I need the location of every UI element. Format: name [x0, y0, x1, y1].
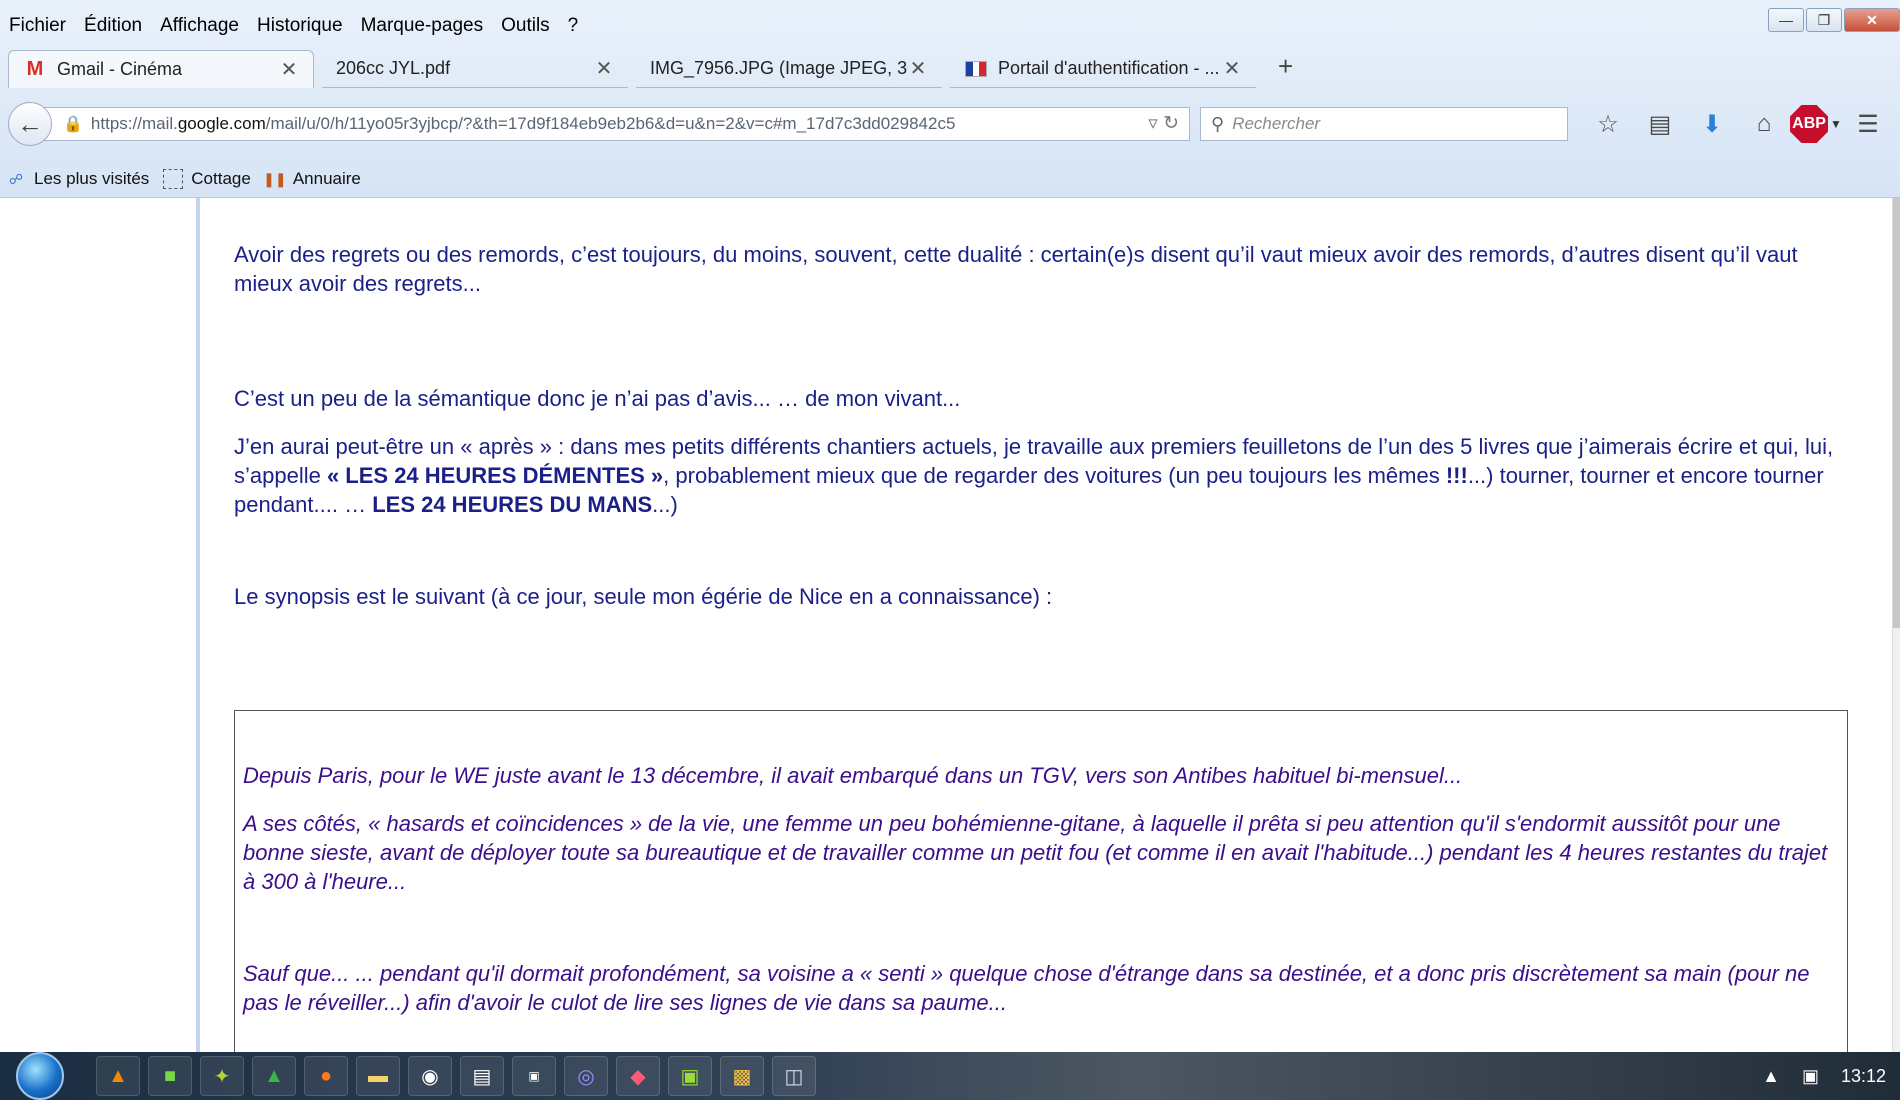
quote-rail: [196, 198, 200, 1052]
search-icon: ⚲: [1211, 113, 1225, 134]
back-button[interactable]: ←: [8, 102, 52, 146]
tab-pdf[interactable]: 206cc JYL.pdf ✕: [322, 50, 628, 88]
bookmark-label: Annuaire: [292, 169, 361, 188]
book-title: « LES 24 HEURES DÉMENTES »: [326, 463, 664, 488]
bookmark-label: Cottage: [191, 169, 251, 188]
close-icon[interactable]: ✕: [279, 57, 299, 82]
system-tray: ▲ ▣ 13:12: [1740, 1052, 1886, 1100]
twp-app-icon[interactable]: ▣: [512, 1056, 556, 1096]
window-controls: — ❐ ✕: [1766, 8, 1900, 32]
tab-portail[interactable]: Portail d'authentification - ... ✕: [950, 50, 1256, 88]
menu-bar: Fichier Édition Affichage Historique Mar…: [0, 10, 587, 42]
menu-help[interactable]: ?: [559, 10, 588, 42]
menu-marque-pages[interactable]: Marque-pages: [352, 10, 493, 42]
gimp-icon[interactable]: ✦: [200, 1056, 244, 1096]
start-button[interactable]: [16, 1052, 64, 1100]
shield-app-icon[interactable]: ◆: [616, 1056, 660, 1096]
blue-circle-app-icon[interactable]: ◎: [564, 1056, 608, 1096]
bookmark-les-plus-visites[interactable]: ☍ Les plus visités: [6, 169, 149, 189]
menu-fichier[interactable]: Fichier: [0, 10, 75, 42]
paragraph-semantique: C’est un peu de la sémantique donc je n’…: [234, 386, 961, 411]
paragraph-synopsis-intro: Le synopsis est le suivant (à ce jour, s…: [234, 584, 1053, 609]
tab-strip: M Gmail - Cinéma ✕ 206cc JYL.pdf ✕ IMG_7…: [0, 48, 1900, 88]
alien-app-icon[interactable]: ◉: [408, 1056, 452, 1096]
tray-expand-icon[interactable]: ▲: [1762, 1066, 1780, 1087]
hamburger-menu-icon[interactable]: ☰: [1842, 106, 1894, 142]
reload-icon[interactable]: ▿ ↻: [1148, 112, 1179, 135]
search-placeholder: Rechercher: [1232, 114, 1321, 133]
green-monitor-icon[interactable]: ▣: [668, 1056, 712, 1096]
browser-chrome: Fichier Édition Affichage Historique Mar…: [0, 0, 1900, 198]
bookmark-star-icon[interactable]: ☆: [1582, 106, 1634, 142]
close-icon[interactable]: ✕: [594, 56, 614, 81]
bookmark-annuaire[interactable]: ❚❚ Annuaire: [263, 169, 361, 189]
synopsis-paragraph-1: Depuis Paris, pour le WE juste avant le …: [243, 763, 1463, 788]
email-body: Avoir des regrets ou des remords, c’est …: [234, 198, 1848, 1052]
download-icon[interactable]: ⬇: [1686, 106, 1738, 142]
search-input[interactable]: ⚲ Rechercher: [1200, 107, 1568, 141]
bookmark-label: Les plus visités: [34, 169, 150, 188]
firefox-icon[interactable]: ●: [304, 1056, 348, 1096]
bookmark-cottage[interactable]: Cottage: [163, 169, 251, 189]
adblock-button[interactable]: ABP ▼: [1790, 105, 1842, 143]
tab-title: 206cc JYL.pdf: [336, 58, 451, 78]
maximize-button[interactable]: ❐: [1806, 8, 1842, 32]
tab-image[interactable]: IMG_7956.JPG (Image JPEG, 30... ✕: [636, 50, 942, 88]
scrollbar-thumb[interactable]: [1893, 198, 1900, 628]
french-flag-icon: [964, 59, 988, 79]
text-run: ...): [652, 492, 678, 517]
chevron-down-icon: ▼: [1830, 117, 1842, 131]
url-prefix: https://mail.: [90, 114, 178, 133]
tab-title: IMG_7956.JPG (Image JPEG, 30...: [650, 58, 908, 78]
new-tab-button[interactable]: +: [1264, 51, 1293, 88]
url-bar[interactable]: 🔒 https://mail. google.com/mail/u/0/h/11y…: [44, 107, 1190, 141]
windows-taskbar: ▲ ■ ✦ ▲ ● ▬ ◉ ▤ ▣ ◎ ◆ ▣ ▩ ◫ ▲ ▣ 13:12: [0, 1052, 1900, 1100]
paragraph-24-heures: J’en aurai peut-être un « après » : dans…: [234, 432, 1844, 519]
text-run: , probablement mieux que de regarder des…: [663, 463, 1446, 488]
minimize-button[interactable]: —: [1768, 8, 1804, 32]
paint-icon[interactable]: ■: [148, 1056, 192, 1096]
close-icon[interactable]: ✕: [908, 56, 928, 81]
synopsis-paragraph-3: Sauf que... ... pendant qu'il dormait pr…: [243, 961, 1810, 1015]
abp-icon: ABP: [1790, 105, 1829, 143]
close-icon[interactable]: ✕: [1222, 56, 1242, 81]
menu-historique[interactable]: Historique: [248, 10, 352, 42]
green-app-icon[interactable]: ▲: [252, 1056, 296, 1096]
gmail-icon: M: [26, 58, 44, 80]
race-title: LES 24 HEURES DU MANS: [372, 492, 653, 517]
documents-app-icon[interactable]: ◫: [772, 1056, 816, 1096]
vlc-icon[interactable]: ▲: [96, 1056, 140, 1096]
url-host: google.com: [177, 114, 266, 133]
url-path: /mail/u/0/h/11yo05r3yjbcp/?&th=17d9f184e…: [265, 114, 956, 133]
tab-gmail[interactable]: M Gmail - Cinéma ✕: [8, 50, 314, 88]
back-arrow-icon: ←: [17, 108, 43, 139]
tab-title: Portail d'authentification - ...: [998, 58, 1220, 78]
writer-icon[interactable]: ▤: [460, 1056, 504, 1096]
vertical-scrollbar[interactable]: [1892, 198, 1900, 1052]
menu-outils[interactable]: Outils: [492, 10, 559, 42]
toolbar-icons: ☆ ▤ ⬇ ⌂ ABP ▼ ☰: [1582, 105, 1894, 143]
text-run: !!!: [1445, 463, 1468, 488]
reading-list-icon[interactable]: ▤: [1634, 106, 1686, 142]
synopsis-paragraph-2: A ses côtés, « hasards et coïncidences »…: [243, 811, 1828, 894]
network-icon[interactable]: ▣: [1802, 1066, 1819, 1087]
explorer-icon[interactable]: ▬: [356, 1056, 400, 1096]
directory-icon: ❚❚: [263, 170, 287, 187]
tab-title: Gmail - Cinéma: [57, 59, 183, 79]
bookmarks-toolbar: ☍ Les plus visités Cottage ❚❚ Annuaire: [0, 166, 375, 192]
folder-icon: [163, 169, 184, 189]
navigation-bar: 🔒 https://mail. google.com/mail/u/0/h/11y…: [0, 102, 1900, 146]
lock-icon: 🔒: [63, 116, 83, 133]
close-window-button[interactable]: ✕: [1844, 8, 1900, 32]
window-app-icon[interactable]: ▩: [720, 1056, 764, 1096]
clock[interactable]: 13:12: [1841, 1066, 1886, 1087]
menu-affichage[interactable]: Affichage: [151, 10, 248, 42]
paragraph-regrets: Avoir des regrets ou des remords, c’est …: [234, 242, 1798, 296]
most-visited-icon: ☍: [8, 170, 24, 187]
home-icon[interactable]: ⌂: [1738, 106, 1790, 142]
menu-edition[interactable]: Édition: [75, 10, 151, 42]
synopsis-box: Depuis Paris, pour le WE juste avant le …: [234, 710, 1848, 1052]
